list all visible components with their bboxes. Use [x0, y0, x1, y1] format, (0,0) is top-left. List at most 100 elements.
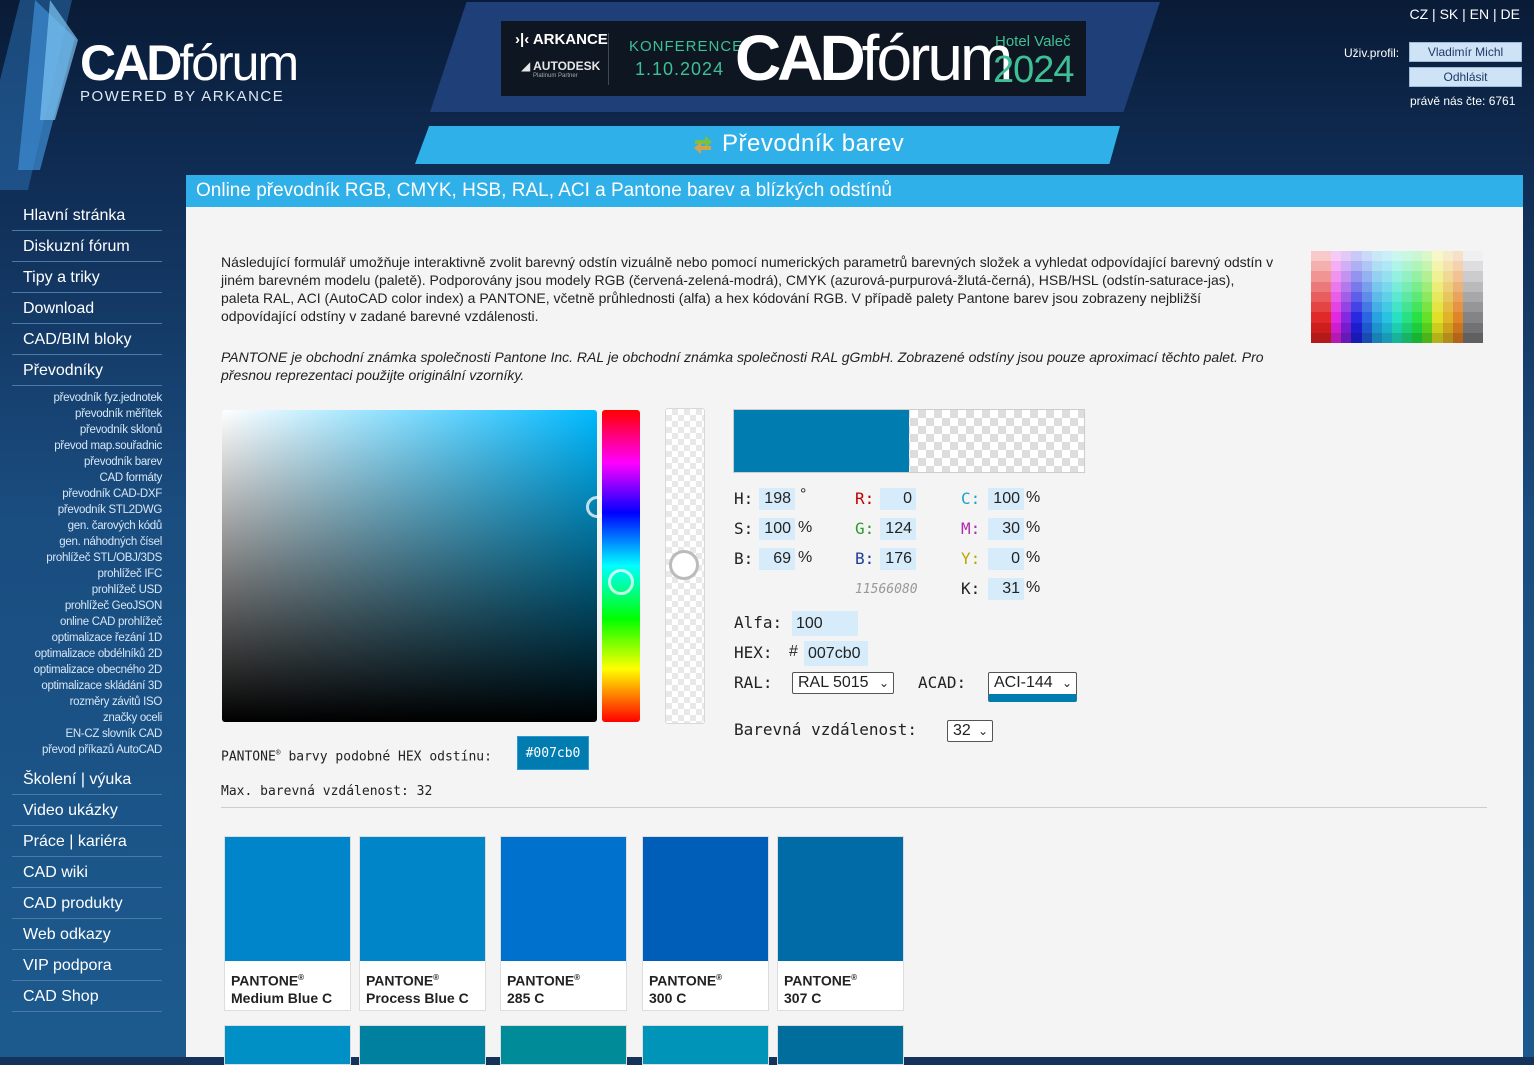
sidebar-item-bottom-5[interactable]: Web odkazy — [12, 919, 162, 950]
alpha-input[interactable] — [792, 611, 858, 636]
palette-cell — [1462, 302, 1473, 313]
red-input[interactable] — [880, 488, 916, 510]
ral-select[interactable]: RAL 5015 ⌄ — [792, 672, 894, 694]
distance-select[interactable]: 32 ⌄ — [947, 720, 993, 742]
sidebar-subitem-2[interactable]: převodník sklonů — [0, 422, 162, 438]
pantone-name: PANTONE® Medium Blue C — [231, 972, 333, 1006]
sidebar-subitem-20[interactable]: značky oceli — [0, 710, 162, 726]
language-switcher: CZ | SK | EN | DE — [1409, 6, 1520, 22]
conference-banner[interactable]: ›|‹ ARKANCE ◢ AUTODESK Platinum Partner K… — [501, 21, 1086, 96]
lang-cz[interactable]: CZ — [1409, 6, 1428, 22]
pantone-card[interactable]: PANTONE® 307 C — [777, 836, 904, 1011]
palette-cell — [1331, 332, 1342, 343]
palette-cell — [1321, 261, 1332, 272]
sidebar-subitem-12[interactable]: prohlížeč USD — [0, 582, 163, 598]
hue-handle[interactable] — [608, 568, 634, 595]
palette-cell — [1381, 302, 1392, 313]
sidebar-subitem-22[interactable]: převod příkazů AutoCAD — [0, 742, 162, 758]
pantone-card[interactable]: PANTONE® Process Blue C — [359, 836, 486, 1011]
yellow-input[interactable] — [988, 548, 1024, 570]
sidebar-item-1[interactable]: Diskuzní fórum — [12, 231, 162, 262]
sidebar-subitem-1[interactable]: převodník měřítek — [0, 406, 162, 422]
logout-button[interactable]: Odhlásit — [1409, 67, 1522, 87]
sidebar-subitem-5[interactable]: CAD formáty — [0, 470, 162, 486]
palette-cell — [1432, 312, 1443, 323]
palette-cell — [1422, 261, 1433, 272]
sidebar-subitem-14[interactable]: online CAD prohlížeč — [0, 614, 162, 630]
palette-cell — [1452, 281, 1463, 292]
brightness-input[interactable] — [759, 548, 795, 570]
palette-cell — [1341, 251, 1352, 262]
sidebar-subitem-11[interactable]: prohlížeč IFC — [0, 566, 163, 582]
black-input[interactable] — [988, 578, 1024, 600]
sidebar-item-bottom-0[interactable]: Školení | výuka — [12, 764, 162, 795]
sidebar-item-0[interactable]: Hlavní stránka — [12, 200, 162, 231]
sidebar-subitem-3[interactable]: převod map.souřadnic — [0, 438, 162, 454]
palette-cell — [1472, 281, 1483, 292]
palette-cell — [1311, 261, 1322, 272]
pantone-card-next-row[interactable] — [642, 1025, 769, 1065]
sidebar-subitem-19[interactable]: rozměry závitů ISO — [0, 694, 163, 710]
sidebar-subitem-6[interactable]: převodník CAD-DXF — [0, 486, 162, 502]
sidebar-subitem-8[interactable]: gen. čarových kódů — [0, 518, 163, 534]
sidebar-subitem-0[interactable]: převodník fyz.jednotek — [0, 390, 163, 406]
sidebar-subitem-9[interactable]: gen. náhodných čísel — [0, 534, 162, 550]
sidebar-item-2[interactable]: Tipy a triky — [12, 262, 162, 293]
lang-de[interactable]: DE — [1501, 6, 1520, 22]
sidebar-subitem-7[interactable]: převodník STL2DWG — [0, 502, 163, 518]
acad-select[interactable]: ACI-144 ⌄ — [988, 672, 1077, 702]
user-profile-button[interactable]: Vladimír Michl — [1409, 42, 1522, 62]
sidebar-subitem-10[interactable]: prohlížeč STL/OBJ/3DS — [0, 550, 162, 566]
sidebar-subitem-13[interactable]: prohlížeč GeoJSON — [0, 598, 162, 614]
lang-en[interactable]: EN — [1470, 6, 1489, 22]
magenta-input[interactable] — [988, 518, 1024, 540]
sidebar-item-bottom-2[interactable]: Práce | kariéra — [12, 826, 162, 857]
saturation-input[interactable] — [759, 518, 795, 540]
divider — [221, 807, 1487, 808]
pantone-card[interactable]: PANTONE® 285 C — [500, 836, 627, 1011]
sidebar-subitem-17[interactable]: optimalizace obecného 2D — [0, 662, 163, 678]
arkance-logo: ›|‹ ARKANCE — [515, 31, 608, 48]
alpha-handle[interactable] — [669, 550, 699, 580]
blue-input[interactable] — [880, 548, 916, 570]
sidebar-item-4[interactable]: CAD/BIM bloky — [12, 324, 162, 355]
sidebar-item-5[interactable]: Převodníky — [12, 355, 162, 386]
sidebar-subitem-21[interactable]: EN-CZ slovník CAD — [0, 726, 163, 742]
hex-hash: # — [789, 643, 798, 660]
sidebar-subitem-18[interactable]: optimalizace skládání 3D — [0, 678, 162, 694]
sidebar-item-bottom-6[interactable]: VIP podpora — [12, 950, 162, 981]
palette-cell — [1432, 302, 1443, 313]
pantone-card-next-row[interactable] — [500, 1025, 627, 1065]
hue-slider[interactable] — [602, 410, 640, 722]
pantone-card[interactable]: PANTONE® Medium Blue C — [224, 836, 351, 1011]
pantone-card-next-row[interactable] — [224, 1025, 351, 1065]
sidebar-item-bottom-3[interactable]: CAD wiki — [12, 857, 162, 888]
palette-cell — [1452, 332, 1463, 343]
hex-input[interactable] — [804, 641, 868, 666]
cadforum-logo[interactable]: CADfórum POWERED BY ARKANCE — [80, 36, 299, 105]
sidebar-item-bottom-4[interactable]: CAD produkty — [12, 888, 162, 919]
palette-cell — [1412, 261, 1423, 272]
palette-cell — [1341, 322, 1352, 333]
pantone-card[interactable]: PANTONE® 300 C — [642, 836, 769, 1011]
pantone-card-next-row[interactable] — [359, 1025, 486, 1065]
cyan-label: C: — [961, 489, 981, 508]
sidebar-item-3[interactable]: Download — [12, 293, 162, 324]
palette-cell — [1381, 261, 1392, 272]
sidebar-subitem-16[interactable]: optimalizace obdélníků 2D — [0, 646, 163, 662]
sidebar-item-bottom-7[interactable]: CAD Shop — [12, 981, 162, 1012]
yellow-label: Y: — [961, 549, 981, 568]
pantone-card-next-row[interactable] — [777, 1025, 904, 1065]
green-input[interactable] — [880, 518, 916, 540]
sidebar-subitem-15[interactable]: optimalizace řezání 1D — [0, 630, 163, 646]
palette-cell — [1412, 322, 1423, 333]
sidebar-item-bottom-1[interactable]: Video ukázky — [12, 795, 162, 826]
palette-cell — [1442, 281, 1453, 292]
sidebar-subitem-4[interactable]: převodník barev — [0, 454, 162, 470]
saturation-label: S: — [734, 519, 754, 538]
hue-input[interactable] — [759, 488, 795, 510]
saturation-brightness-picker[interactable] — [222, 410, 597, 722]
lang-sk[interactable]: SK — [1440, 6, 1459, 22]
cyan-input[interactable] — [988, 488, 1024, 510]
intro-paragraph: Následující formulář umožňuje interaktiv… — [221, 254, 1274, 324]
